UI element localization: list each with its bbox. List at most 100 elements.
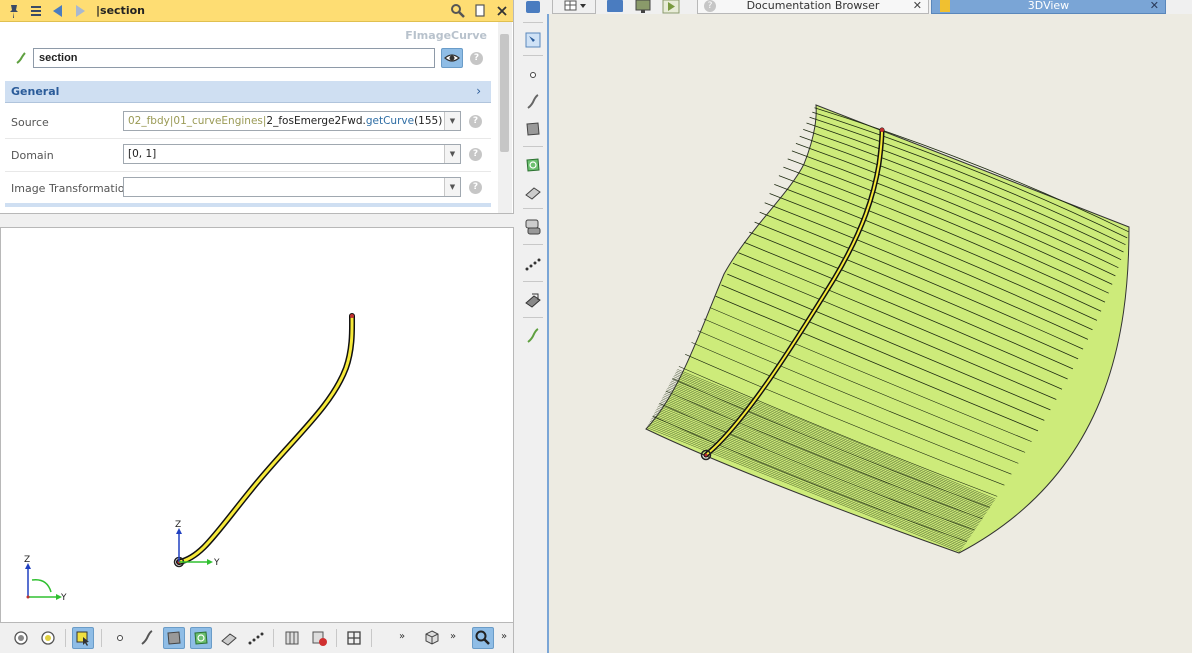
curve-end-marker[interactable] — [880, 128, 884, 132]
view-2d[interactable]: Z Y Z Y — [0, 227, 514, 623]
scrollbar-thumb[interactable] — [500, 34, 509, 152]
chevron-down-icon[interactable]: ▼ — [444, 145, 460, 163]
group-general[interactable]: General › — [5, 81, 491, 103]
points-icon — [248, 632, 264, 645]
find-icon[interactable] — [450, 3, 466, 19]
toolbar-separator — [523, 317, 543, 318]
select-button[interactable] — [72, 627, 94, 649]
surface-button[interactable] — [163, 627, 185, 649]
class-name-label: FImageCurve — [405, 29, 487, 42]
tab-3dview[interactable]: 3DView ✕ — [931, 0, 1166, 14]
back-icon[interactable] — [50, 3, 66, 19]
cube-icon — [425, 630, 439, 645]
surface-icon[interactable] — [523, 119, 543, 139]
toolbar-separator — [101, 629, 102, 647]
cube-button[interactable] — [421, 627, 443, 649]
toolbar-separator — [65, 629, 66, 647]
surface-patch[interactable] — [645, 104, 1130, 554]
curve-tool-icon[interactable] — [523, 326, 543, 346]
help-icon[interactable]: ? — [469, 148, 482, 161]
view-icon[interactable] — [523, 30, 543, 50]
help-icon[interactable]: ? — [469, 115, 482, 128]
points-icon[interactable] — [523, 254, 543, 274]
properties-scrollbar[interactable] — [498, 22, 512, 213]
toolbar-separator — [371, 629, 372, 647]
solid-icon[interactable] — [523, 182, 543, 202]
name-input[interactable] — [33, 48, 435, 68]
y-axis-arrow — [207, 559, 213, 565]
layout-button[interactable] — [552, 0, 596, 14]
origin-dot — [704, 453, 708, 457]
tab-documentation-label: Documentation Browser — [746, 0, 880, 12]
close-icon[interactable] — [494, 3, 510, 19]
property-row-domain: Domain [0, 1] ▼ ? — [5, 139, 491, 172]
toolbar-separator — [273, 629, 274, 647]
delete-icon — [312, 631, 327, 646]
image-surface-icon[interactable] — [523, 155, 543, 175]
tab-bar: ? Documentation Browser ✕ 3DView ✕ — [547, 0, 1192, 14]
toolbar-separator — [336, 629, 337, 647]
close-icon[interactable]: ✕ — [913, 0, 922, 12]
points-button[interactable] — [245, 627, 267, 649]
section-button[interactable] — [281, 627, 303, 649]
select-icon — [76, 631, 89, 646]
curve-icon — [141, 630, 153, 645]
grid-icon — [347, 631, 361, 645]
help-icon[interactable]: ? — [470, 52, 483, 65]
zoom-icon — [475, 630, 490, 645]
triad-y-label: Y — [60, 593, 67, 603]
source-object-text: 2_fosEmerge2Fwd. — [266, 115, 366, 127]
source-label: Source — [11, 116, 49, 129]
image-surface-button[interactable] — [190, 627, 212, 649]
toolbar-overflow-2[interactable]: » — [450, 631, 456, 642]
grid-button[interactable] — [343, 627, 365, 649]
folder-icon[interactable] — [604, 0, 626, 14]
point-icon — [117, 635, 123, 641]
chevron-down-icon[interactable]: ▼ — [444, 178, 460, 196]
forward-icon[interactable] — [72, 3, 88, 19]
domain-field[interactable]: [0, 1] ▼ — [123, 144, 461, 164]
triad-z-label: Z — [24, 555, 30, 565]
source-args-text: (155) — [414, 115, 443, 127]
fillet-icon[interactable] — [523, 217, 543, 237]
axis-y-label: Y — [213, 558, 220, 568]
curve-icon[interactable] — [523, 92, 543, 112]
section-curve[interactable] — [176, 313, 356, 565]
monitor-icon[interactable] — [632, 0, 654, 14]
zoom-button[interactable] — [472, 627, 494, 649]
domain-value: [0, 1] — [128, 148, 157, 160]
snap-center-button[interactable] — [37, 627, 59, 649]
help-icon[interactable]: ? — [469, 181, 482, 194]
section-icon — [285, 631, 299, 645]
point-button[interactable] — [109, 627, 131, 649]
layout-icon — [564, 0, 586, 11]
toolbar-overflow-3[interactable]: » — [501, 631, 507, 642]
point-icon[interactable] — [523, 65, 543, 85]
menu-icon[interactable] — [28, 3, 44, 19]
curve-end-marker[interactable] — [350, 314, 354, 318]
source-field[interactable]: 02_fbdy|01_curveEngines|2_fosEmerge2Fwd.… — [123, 111, 461, 131]
object-tree-icon[interactable] — [523, 0, 543, 20]
section-curve-highlight — [177, 314, 354, 564]
visibility-button[interactable] — [441, 48, 463, 68]
image-transformation-field[interactable]: ▼ — [123, 177, 461, 197]
pin-icon[interactable] — [6, 3, 22, 19]
solid-button[interactable] — [218, 627, 240, 649]
close-icon[interactable]: ✕ — [1150, 0, 1159, 12]
property-row-source: Source 02_fbdy|01_curveEngines|2_fosEmer… — [5, 106, 491, 139]
curve-button[interactable] — [136, 627, 158, 649]
group-footer — [5, 203, 491, 207]
delete-button[interactable] — [308, 627, 330, 649]
play-icon[interactable] — [660, 0, 682, 14]
chevron-down-icon[interactable]: ▼ — [444, 112, 460, 130]
snap-button[interactable] — [10, 627, 32, 649]
solid-icon — [221, 633, 237, 646]
tab-documentation-browser[interactable]: ? Documentation Browser ✕ — [697, 0, 929, 14]
group-general-label: General — [11, 85, 60, 98]
trim-icon[interactable] — [523, 290, 543, 310]
toolbar-overflow-1[interactable]: » — [399, 631, 405, 642]
properties-title: |section — [96, 4, 145, 17]
copy-icon[interactable] — [472, 3, 488, 19]
chevron-right-icon: › — [476, 84, 481, 98]
view-3d[interactable] — [547, 14, 1192, 653]
